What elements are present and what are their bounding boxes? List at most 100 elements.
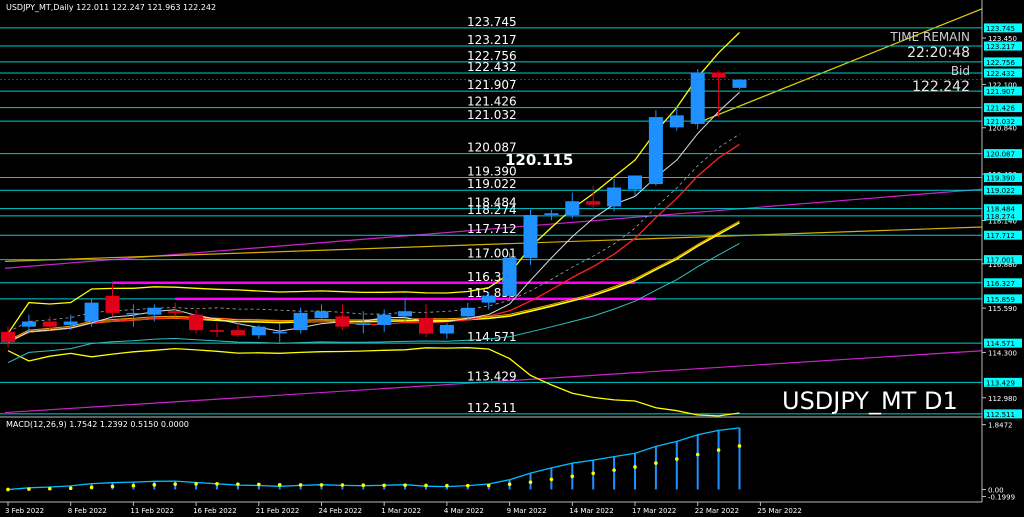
candle-body[interactable] <box>398 311 413 317</box>
macd-tick-label: 1.8472 <box>988 422 1013 430</box>
candle-body[interactable] <box>42 321 57 327</box>
candle-body[interactable] <box>481 295 496 303</box>
candle-body[interactable] <box>168 311 183 313</box>
macd-signal-dot <box>298 483 303 487</box>
time-tick-label: 24 Feb 2022 <box>319 507 363 515</box>
candle-body[interactable] <box>272 331 287 334</box>
candle-body[interactable] <box>230 330 245 336</box>
macd-signal-dot <box>27 487 31 491</box>
candle-body[interactable] <box>502 257 517 296</box>
macd-signal-dot <box>612 468 616 472</box>
time-remain-label: TIME REMAIN <box>889 30 970 44</box>
macd-signal-dot <box>361 483 366 487</box>
level-label: 121.907 <box>467 78 517 92</box>
macd-signal-dot <box>695 452 700 457</box>
level-price-tag-label: 122.432 <box>986 70 1015 78</box>
macd-tick-label: -0.1999 <box>988 493 1015 501</box>
time-tick-label: 16 Feb 2022 <box>193 507 237 515</box>
candle-body[interactable] <box>732 79 747 88</box>
level-price-tag-label: 123.745 <box>986 25 1015 33</box>
level-label: 123.217 <box>467 33 517 47</box>
candle-body[interactable] <box>251 326 266 336</box>
candle-body[interactable] <box>523 215 538 258</box>
level-label: 123.745 <box>467 15 517 29</box>
macd-signal-dot <box>403 483 407 487</box>
time-tick-label: 8 Feb 2022 <box>68 507 107 515</box>
macd-signal-dot <box>654 461 658 465</box>
candle-body[interactable] <box>147 307 162 315</box>
candle-body[interactable] <box>586 201 601 205</box>
candle-body[interactable] <box>105 295 120 313</box>
macd-signal-dot <box>131 483 136 488</box>
macd-signal-dot <box>319 483 324 487</box>
candle-body[interactable] <box>21 321 36 327</box>
level-price-tag-label: 116.327 <box>986 280 1015 288</box>
candle-body[interactable] <box>419 318 433 334</box>
level-price-tag-label: 117.001 <box>986 257 1015 265</box>
level-price-tag-label: 121.032 <box>986 118 1015 126</box>
level-label: 119.022 <box>467 177 517 191</box>
candle-body[interactable] <box>377 314 392 325</box>
candle-body[interactable] <box>1 331 15 343</box>
level-label: 118.274 <box>467 203 517 217</box>
time-tick-label: 11 Feb 2022 <box>130 507 174 515</box>
trading-chart[interactable]: 123.745 123.217 122.756 122.432 121.907 121.4… <box>0 0 1024 517</box>
macd-signal-dot <box>486 483 491 488</box>
candle-body[interactable] <box>565 201 580 215</box>
candle-body[interactable] <box>293 312 308 331</box>
time-tick-label: 4 Mar 2022 <box>444 507 484 515</box>
candle-body[interactable] <box>669 115 684 128</box>
level-price-tag-label: 118.274 <box>986 213 1015 221</box>
level-price-tag-label: 120.087 <box>986 151 1015 159</box>
macd-signal-dot <box>466 483 470 488</box>
candle-body[interactable] <box>607 187 622 207</box>
candle-body[interactable] <box>544 213 559 215</box>
candle-body[interactable] <box>314 311 329 319</box>
macd-signal-dot <box>194 482 198 486</box>
level-price-tag-label: 113.429 <box>986 379 1015 387</box>
macd-signal-dot <box>110 484 115 489</box>
bid-value: 122.242 <box>912 79 970 95</box>
time-tick-label: 22 Mar 2022 <box>695 507 739 515</box>
candle-body[interactable] <box>84 302 99 322</box>
macd-signal-dot <box>152 482 157 487</box>
time-tick-label: 9 Mar 2022 <box>507 507 547 515</box>
level-price-tag-label: 119.390 <box>986 175 1015 183</box>
highlight-price-label: 120.115 <box>505 151 573 169</box>
candle-body[interactable] <box>356 323 371 325</box>
macd-signal-dot <box>424 483 428 488</box>
level-price-tag-label: 115.859 <box>986 296 1015 304</box>
candle-body[interactable] <box>628 175 642 190</box>
level-label: 113.429 <box>467 369 517 383</box>
macd-signal-dot <box>445 483 449 488</box>
time-tick-label: 21 Feb 2022 <box>256 507 300 515</box>
candle-body[interactable] <box>648 117 663 185</box>
macd-signal-dot <box>549 477 554 482</box>
candle-body[interactable] <box>690 72 705 124</box>
macd-signal-dot <box>68 486 73 490</box>
macd-signal-dot <box>89 485 94 490</box>
time-tick-label: 1 Mar 2022 <box>381 507 421 515</box>
time-tick-label: 3 Feb 2022 <box>5 507 44 515</box>
macd-signal-dot <box>633 465 637 469</box>
time-remain-value: 22:20:48 <box>907 45 970 61</box>
candle-body[interactable] <box>711 72 726 78</box>
candle-body[interactable] <box>126 312 141 315</box>
candle-body[interactable] <box>439 324 454 334</box>
candle-body[interactable] <box>335 316 350 327</box>
macd-signal-dot <box>570 474 575 479</box>
price-tick-label: 115.590 <box>988 305 1017 313</box>
chart-header: USDJPY_MT,Daily 122.011 122.247 121.963 … <box>6 3 216 12</box>
macd-signal-dot <box>675 457 679 461</box>
level-price-tag-label: 114.571 <box>986 340 1015 348</box>
level-label: 121.426 <box>467 95 517 109</box>
candle-body[interactable] <box>460 307 475 317</box>
macd-signal-dot <box>382 483 387 488</box>
macd-signal-dot <box>340 483 345 487</box>
candle-body[interactable] <box>63 321 78 325</box>
macd-signal-dot <box>737 444 742 448</box>
candle-body[interactable] <box>210 330 224 332</box>
candle-body[interactable] <box>189 314 204 331</box>
macd-signal-dot <box>277 483 282 487</box>
level-price-tag-label: 117.712 <box>986 232 1015 240</box>
